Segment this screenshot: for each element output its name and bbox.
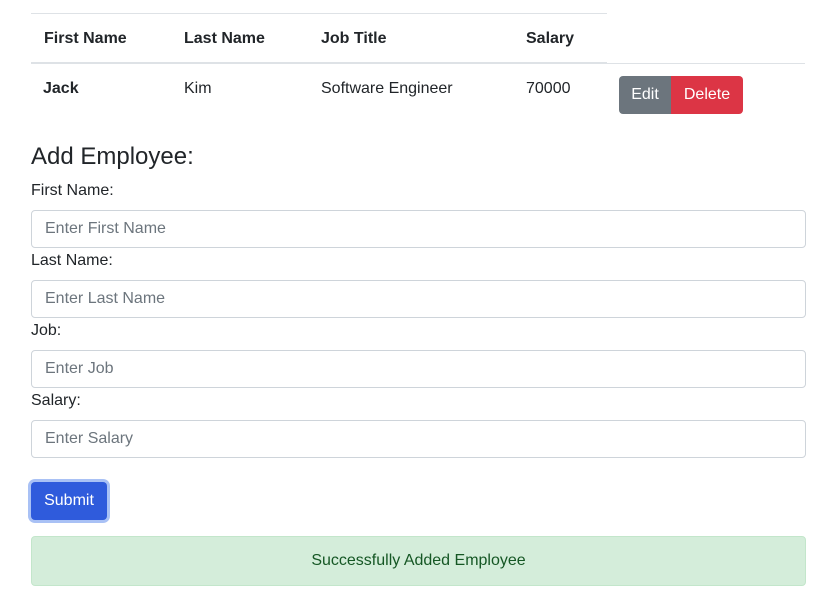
cell-job-title: Software Engineer — [321, 80, 453, 97]
job-input[interactable] — [31, 350, 806, 388]
cell-first-name: Jack — [43, 80, 79, 97]
cell-salary: 70000 — [526, 80, 571, 97]
header-divider — [31, 62, 607, 64]
row-actions: Edit Delete — [619, 76, 743, 114]
edit-button[interactable]: Edit — [619, 76, 671, 114]
header-last-name: Last Name — [184, 30, 265, 47]
salary-input[interactable] — [31, 420, 806, 458]
success-alert: Successfully Added Employee — [31, 536, 806, 586]
first-name-label: First Name: — [31, 182, 114, 199]
first-name-input[interactable] — [31, 210, 806, 248]
job-label: Job: — [31, 322, 62, 339]
page: First Name Last Name Job Title Salary Ja… — [0, 0, 837, 593]
last-name-label: Last Name: — [31, 252, 113, 269]
table-top-border — [31, 13, 607, 14]
cell-last-name: Kim — [184, 80, 212, 97]
header-divider-extension — [607, 63, 805, 64]
form-heading: Add Employee: — [31, 143, 194, 170]
submit-button[interactable]: Submit — [31, 482, 107, 520]
salary-label: Salary: — [31, 392, 81, 409]
last-name-input[interactable] — [31, 280, 806, 318]
header-salary: Salary — [526, 30, 575, 47]
header-first-name: First Name — [44, 30, 127, 47]
delete-button[interactable]: Delete — [671, 76, 743, 114]
header-job-title: Job Title — [321, 30, 387, 47]
